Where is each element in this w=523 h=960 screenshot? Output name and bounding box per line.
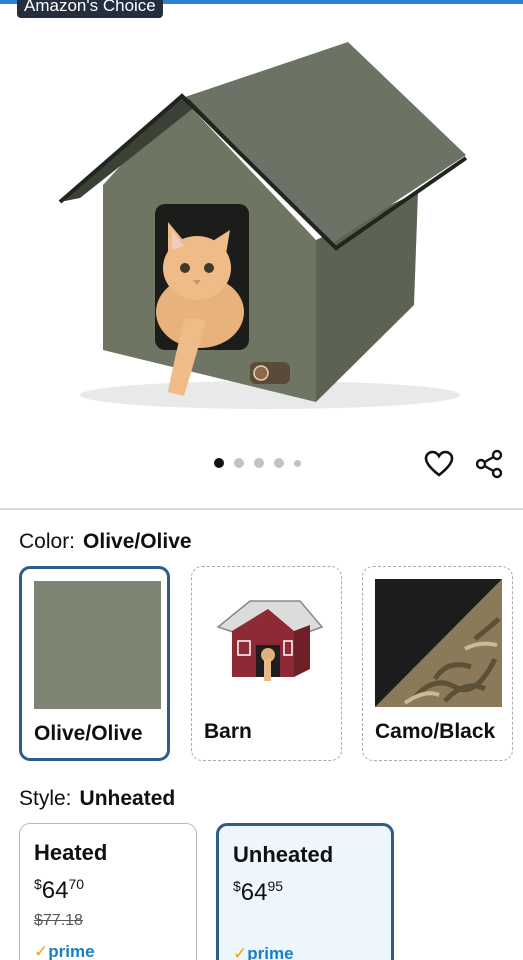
- carousel-dot[interactable]: [294, 459, 301, 467]
- carousel-dot[interactable]: [234, 458, 244, 468]
- carousel-dot[interactable]: [274, 458, 284, 468]
- style-option-heated[interactable]: Heated $6470 $77.18 ✓prime: [19, 823, 197, 960]
- carousel-dot[interactable]: [214, 458, 224, 468]
- carousel-dot[interactable]: [254, 458, 264, 468]
- selected-color: Olive/Olive: [83, 530, 192, 553]
- color-row-label: Color: Olive/Olive: [19, 530, 192, 554]
- section-divider: [0, 508, 523, 510]
- color-option-camo-black[interactable]: Camo/Black: [362, 566, 513, 761]
- amazons-choice-badge: Amazon's Choice: [17, 0, 163, 18]
- image-carousel-dots[interactable]: [214, 458, 301, 468]
- style-option-label: Heated: [34, 840, 108, 865]
- style-option-label: Unheated: [233, 842, 334, 867]
- color-label: Color:: [19, 530, 76, 553]
- price: $6495: [233, 878, 284, 906]
- color-option-label: Barn: [204, 720, 252, 743]
- color-option-barn[interactable]: Barn: [191, 566, 342, 761]
- color-option-olive[interactable]: Olive/Olive: [19, 566, 170, 761]
- cat-house-illustration: [58, 42, 468, 409]
- color-option-label: Olive/Olive: [34, 722, 143, 745]
- style-option-unheated[interactable]: Unheated $6495 ✓prime: [216, 823, 394, 960]
- prime-badge: ✓prime: [233, 944, 294, 960]
- price: $6470: [34, 876, 85, 904]
- selected-style: Unheated: [79, 787, 176, 810]
- style-row-label: Style: Unheated: [19, 787, 175, 811]
- list-price: $77.18: [34, 912, 83, 929]
- heart-icon[interactable]: [424, 449, 454, 479]
- share-icon[interactable]: [474, 449, 504, 479]
- prime-badge: ✓prime: [34, 942, 95, 960]
- product-image[interactable]: [0, 0, 523, 445]
- olive-swatch: [34, 581, 161, 709]
- color-option-label: Camo/Black: [375, 720, 496, 743]
- barn-thumbnail: [216, 600, 324, 681]
- camo-black-swatch: [375, 579, 502, 707]
- style-label: Style:: [19, 787, 72, 810]
